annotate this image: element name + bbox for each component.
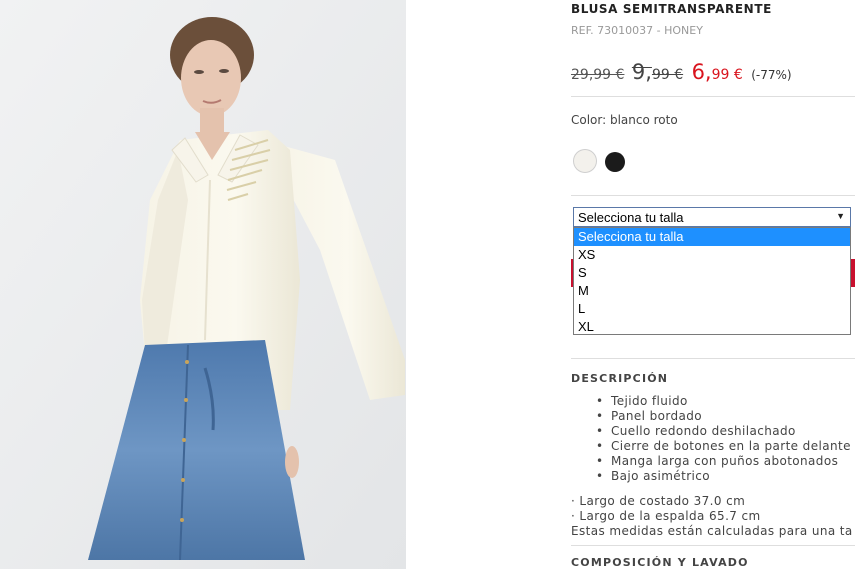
list-item: Cierre de botones en la parte delante: [596, 439, 851, 454]
measure-line: Estas medidas están calculadas para una …: [571, 524, 853, 538]
size-option[interactable]: L: [574, 300, 850, 318]
color-swatch-black[interactable]: [605, 152, 625, 172]
measure-line: · Largo de costado 37.0 cm: [571, 494, 746, 508]
size-option[interactable]: M: [574, 282, 850, 300]
divider: [571, 195, 855, 196]
size-select[interactable]: Selecciona tu talla ▼: [573, 207, 851, 227]
list-item: Panel bordado: [596, 409, 851, 424]
price-row: 29,99 € 9,99 € 6,99 € (-77%): [571, 60, 792, 86]
description-heading[interactable]: DESCRIPCIÓN: [571, 372, 668, 385]
size-select-value: Selecciona tu talla: [578, 210, 684, 225]
color-swatch-white[interactable]: [574, 150, 596, 172]
original-price: 29,99 €: [571, 67, 625, 83]
feature-list: Tejido fluido Panel bordado Cuello redon…: [596, 394, 851, 484]
color-label: Color: blanco roto: [571, 113, 678, 127]
list-item: Cuello redondo deshilachado: [596, 424, 851, 439]
size-option[interactable]: XL: [574, 318, 850, 336]
product-image[interactable]: [0, 0, 406, 569]
divider: [571, 545, 855, 546]
model-photo-illustration: [0, 0, 406, 569]
divider: [571, 358, 855, 359]
size-option[interactable]: XS: [574, 246, 850, 264]
previous-price-decimal: 99 €: [651, 67, 684, 83]
size-option[interactable]: S: [574, 264, 850, 282]
divider: [571, 96, 855, 97]
list-item: Tejido fluido: [596, 394, 851, 409]
size-dropdown-list[interactable]: Selecciona tu talla XS S M L XL: [573, 227, 851, 335]
measure-line: · Largo de la espalda 65.7 cm: [571, 509, 761, 523]
product-title: BLUSA SEMITRANSPARENTE: [571, 2, 772, 16]
list-item: Manga larga con puños abotonados: [596, 454, 851, 469]
discount-badge: (-77%): [751, 68, 792, 82]
size-option[interactable]: Selecciona tu talla: [574, 228, 850, 246]
measurements: · Largo de costado 37.0 cm · Largo de la…: [571, 494, 853, 539]
dropdown-arrow-icon: ▼: [836, 211, 845, 221]
sale-price-integer: 6,: [691, 60, 712, 84]
previous-price-integer: 9,: [631, 60, 652, 84]
sale-price: 6,99 €: [692, 60, 743, 84]
list-item: Bajo asimétrico: [596, 469, 851, 484]
product-info-panel: BLUSA SEMITRANSPARENTE REF. 73010037 - H…: [571, 0, 855, 569]
sale-price-decimal: 99 €: [711, 67, 743, 83]
product-reference: REF. 73010037 - HONEY: [571, 24, 703, 37]
previous-price: 9,99 €: [632, 60, 684, 84]
composition-heading[interactable]: COMPOSICIÓN Y LAVADO: [571, 556, 749, 569]
